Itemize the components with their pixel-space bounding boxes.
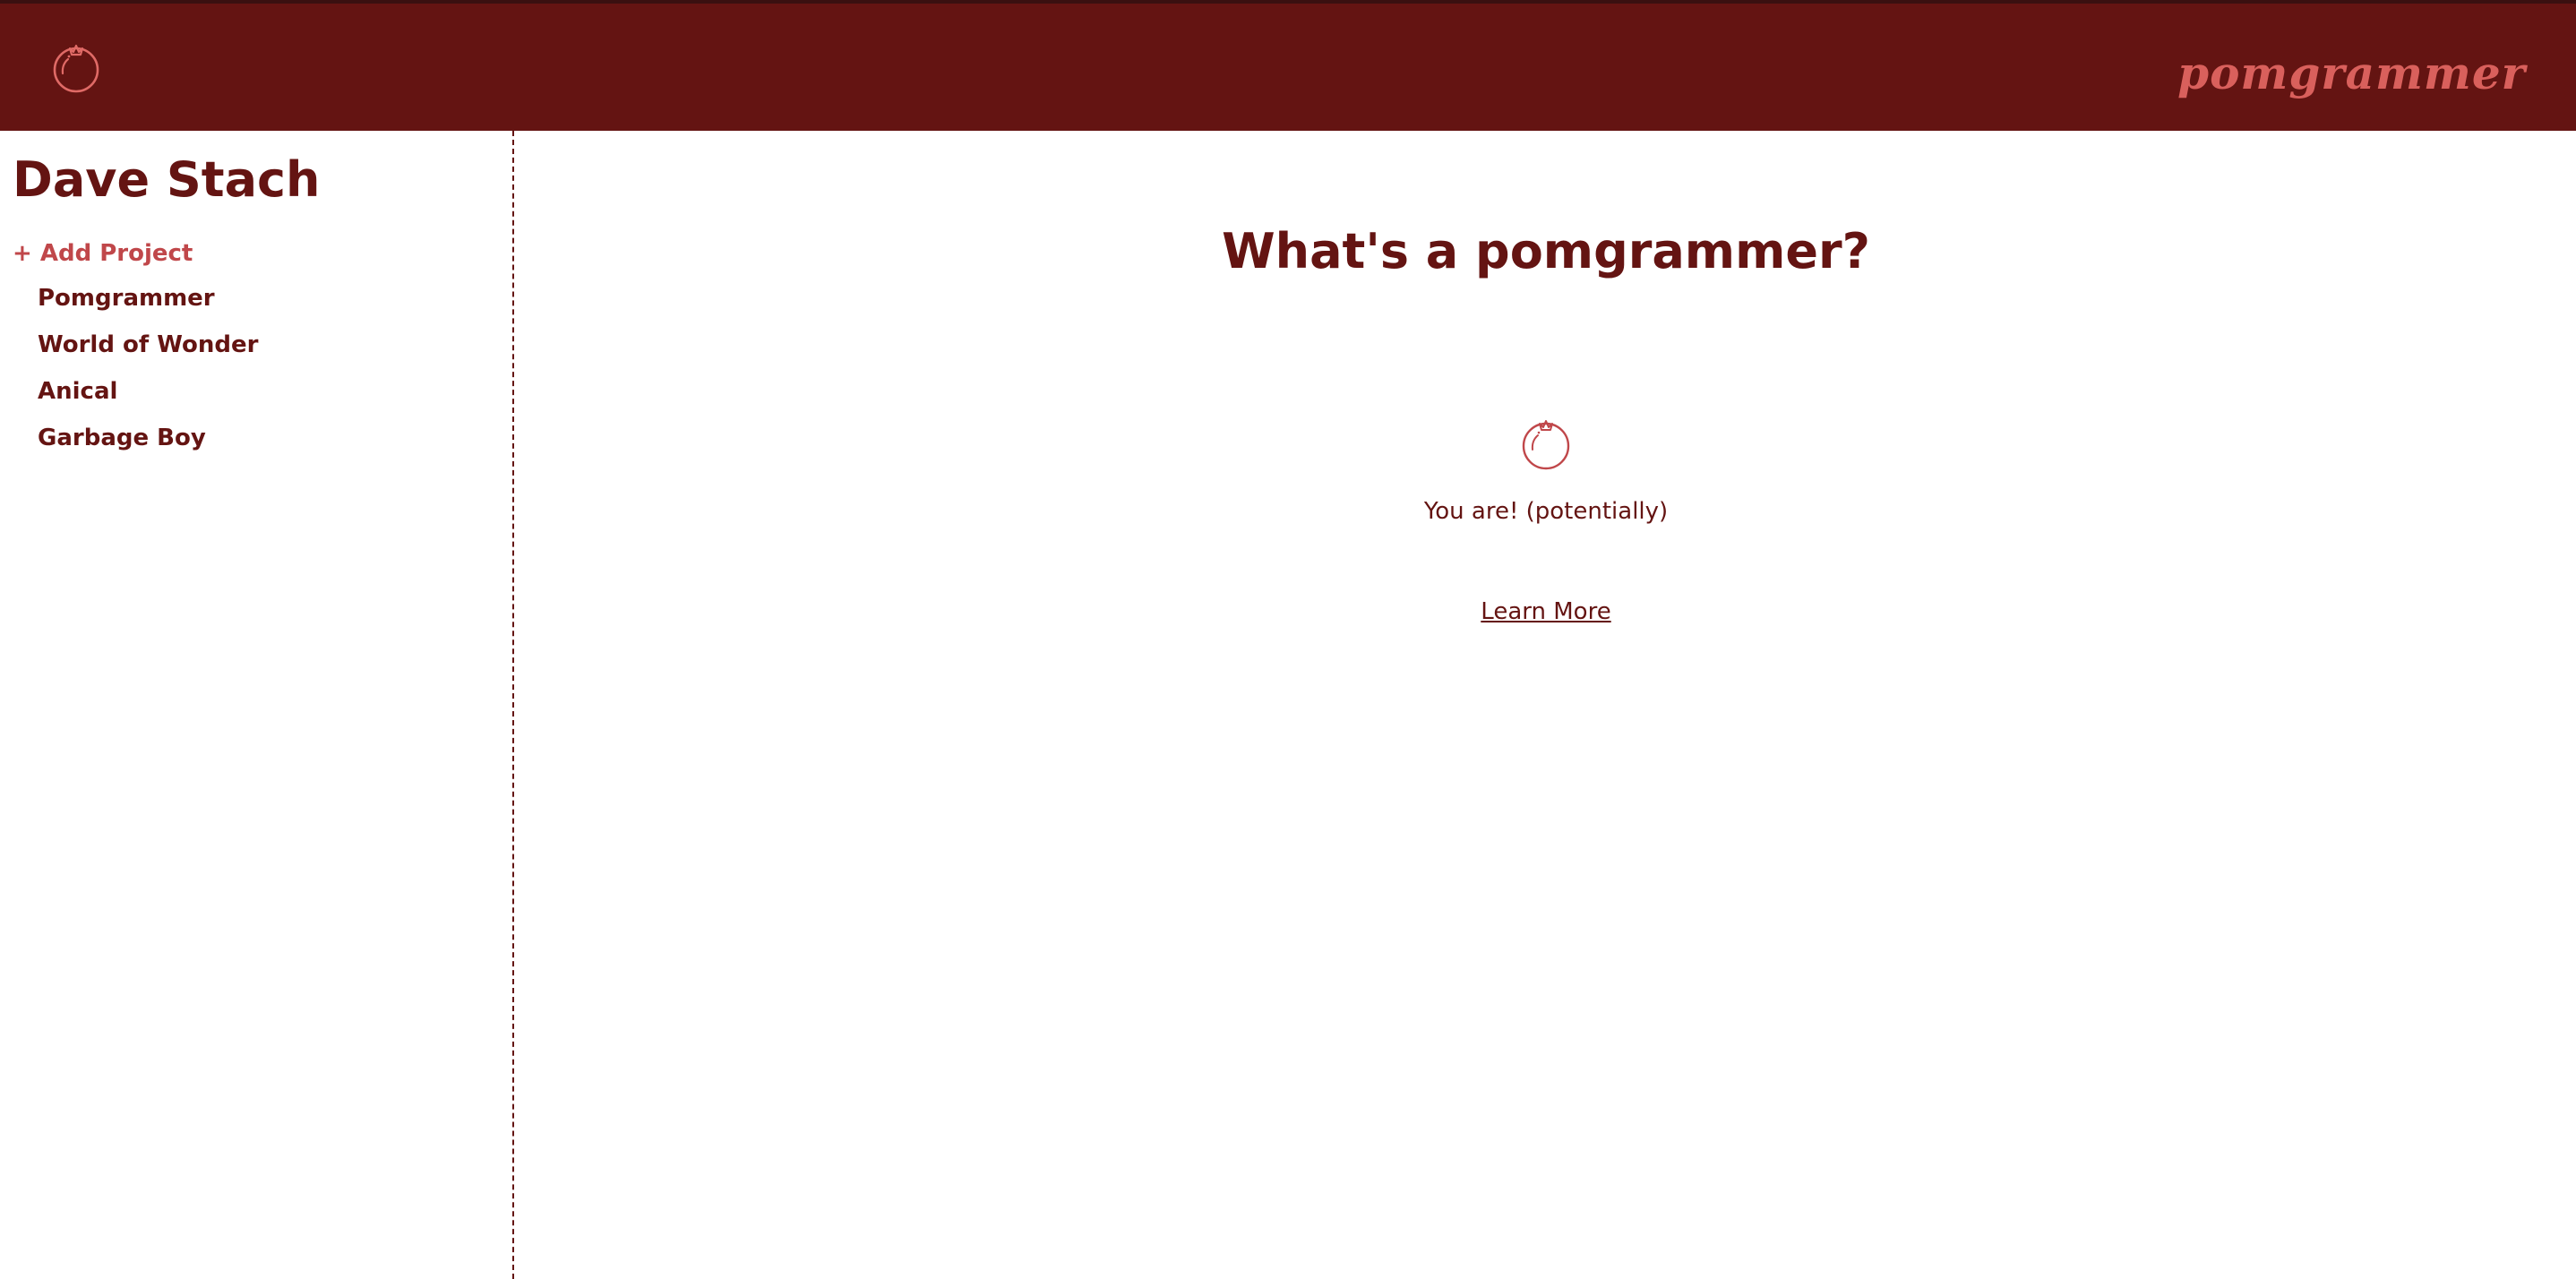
learn-more-container: Learn More <box>516 597 2576 627</box>
project-item-anical[interactable]: Anical <box>38 376 258 423</box>
brand-wordmark[interactable]: pomgrammer <box>2177 38 2526 109</box>
add-project-button[interactable]: + Add Project <box>13 238 193 269</box>
project-item-garbage-boy[interactable]: Garbage Boy <box>38 423 258 469</box>
learn-more-link[interactable]: Learn More <box>1481 598 1610 625</box>
pomegranate-icon[interactable] <box>50 38 102 95</box>
main-content: What's a pomgrammer? You are! (potential… <box>516 131 2576 1279</box>
tagline: You are! (potentially) <box>1423 498 1669 525</box>
project-item-pomgrammer[interactable]: Pomgrammer <box>38 283 258 330</box>
user-name: Dave Stach <box>13 151 321 208</box>
top-header: pomgrammer <box>0 4 2576 131</box>
page-title: What's a pomgrammer? <box>1222 223 1870 279</box>
project-list: Pomgrammer World of Wonder Anical Garbag… <box>38 283 258 469</box>
pomegranate-icon <box>1519 412 1573 471</box>
project-item-world-of-wonder[interactable]: World of Wonder <box>38 330 258 376</box>
sidebar: Dave Stach + Add Project Pomgrammer Worl… <box>0 131 514 1279</box>
